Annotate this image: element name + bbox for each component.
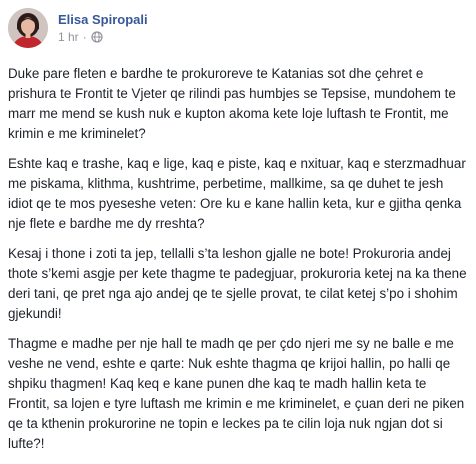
post-paragraph: Thagme e madhe per nje hall te madh qe p… xyxy=(8,336,465,451)
post-paragraph: Duke pare fleten e bardhe te prokuroreve… xyxy=(8,66,456,141)
post-paragraph: Kesaj i thone i zoti ta jep, tellalli s’… xyxy=(8,246,467,321)
globe-icon[interactable] xyxy=(91,31,103,43)
post-paragraph: Eshte kaq e trashe, kaq e lige, kaq e pi… xyxy=(8,156,466,231)
avatar-image xyxy=(8,8,48,48)
post-body: Duke pare fleten e bardhe te prokuroreve… xyxy=(8,64,468,464)
author-avatar[interactable] xyxy=(8,8,48,48)
post-meta: 1 hr · xyxy=(58,30,103,44)
meta-separator: · xyxy=(82,30,87,44)
post-header: Elisa Spiropali 1 hr · xyxy=(8,8,468,54)
author-name-link[interactable]: Elisa Spiropali xyxy=(58,12,148,27)
facebook-post: Elisa Spiropali 1 hr · Duke pare fleten … xyxy=(0,0,476,451)
post-timestamp[interactable]: 1 hr xyxy=(58,30,79,44)
